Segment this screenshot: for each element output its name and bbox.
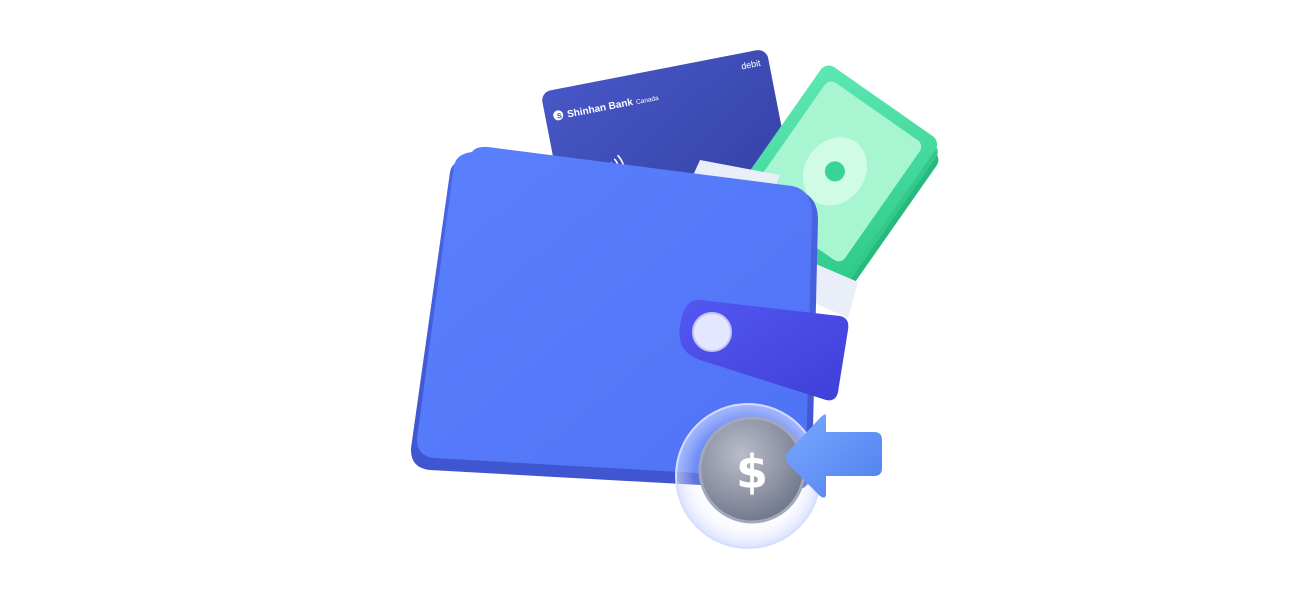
- wallet-scene: S Shinhan Bank Canada debit $: [410, 50, 939, 549]
- coin-symbol: $: [736, 445, 768, 499]
- coin-icon: $: [675, 403, 821, 549]
- wallet-illustration: S Shinhan Bank Canada debit $: [0, 0, 1309, 609]
